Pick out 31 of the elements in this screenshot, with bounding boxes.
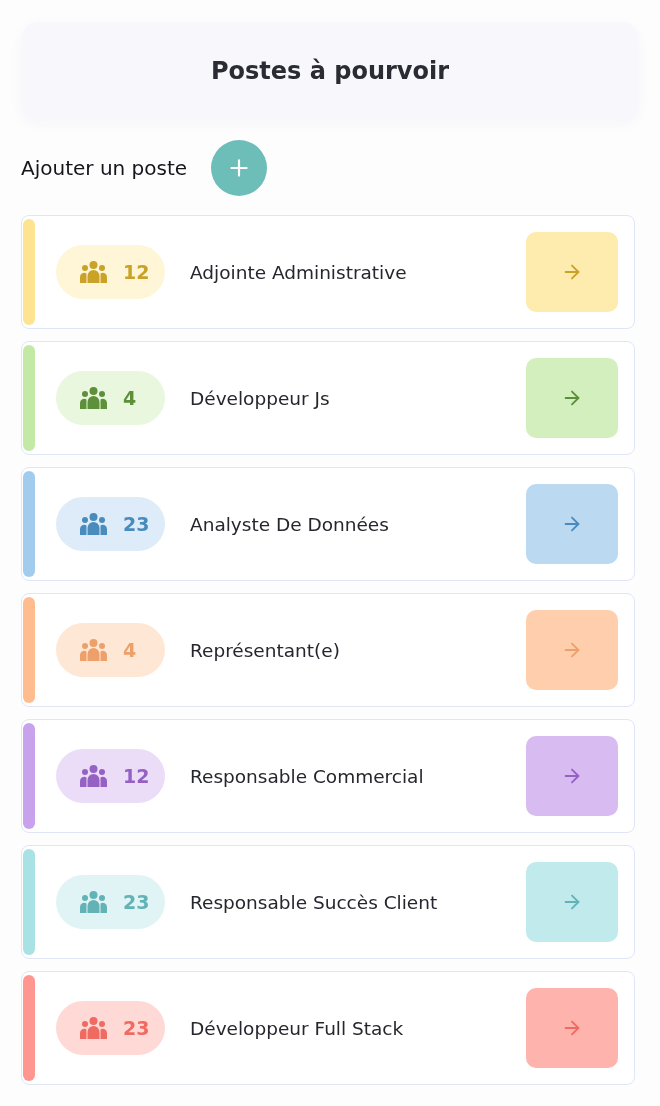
position-title: Représentant(e) <box>190 639 340 661</box>
position-title: Développeur Js <box>190 387 330 409</box>
add-position-label: Ajouter un poste <box>21 156 188 180</box>
position-card[interactable]: 23 Analyste De Données <box>21 467 635 581</box>
candidate-count: 4 <box>123 387 137 409</box>
candidate-count: 12 <box>123 765 150 787</box>
position-card[interactable]: 12 Responsable Commercial <box>21 719 635 833</box>
open-button[interactable] <box>526 862 618 942</box>
position-title: Responsable Commercial <box>190 765 424 787</box>
candidate-count: 23 <box>123 1017 150 1039</box>
open-button[interactable] <box>526 988 618 1068</box>
candidate-count: 23 <box>123 513 150 535</box>
position-card[interactable]: 4 Développeur Js <box>21 341 635 455</box>
open-button[interactable] <box>526 484 618 564</box>
position-card[interactable]: 12 Adjointe Administrative <box>21 215 635 329</box>
open-button[interactable] <box>526 232 618 312</box>
candidate-count: 12 <box>123 261 150 283</box>
position-card[interactable]: 23 Développeur Full Stack <box>21 971 635 1085</box>
open-button[interactable] <box>526 736 618 816</box>
candidate-count: 4 <box>123 639 137 661</box>
position-title: Analyste De Données <box>190 513 389 535</box>
open-button[interactable] <box>526 610 618 690</box>
position-title: Adjointe Administrative <box>190 261 407 283</box>
position-card[interactable]: 4 Représentant(e) <box>21 593 635 707</box>
candidate-count: 23 <box>123 891 150 913</box>
position-card[interactable]: 23 Responsable Succès Client <box>21 845 635 959</box>
add-button[interactable] <box>211 140 268 196</box>
position-title: Développeur Full Stack <box>190 1017 404 1039</box>
position-title: Responsable Succès Client <box>190 891 438 913</box>
page-title: Postes à pourvoir <box>210 57 450 85</box>
open-button[interactable] <box>526 358 618 438</box>
